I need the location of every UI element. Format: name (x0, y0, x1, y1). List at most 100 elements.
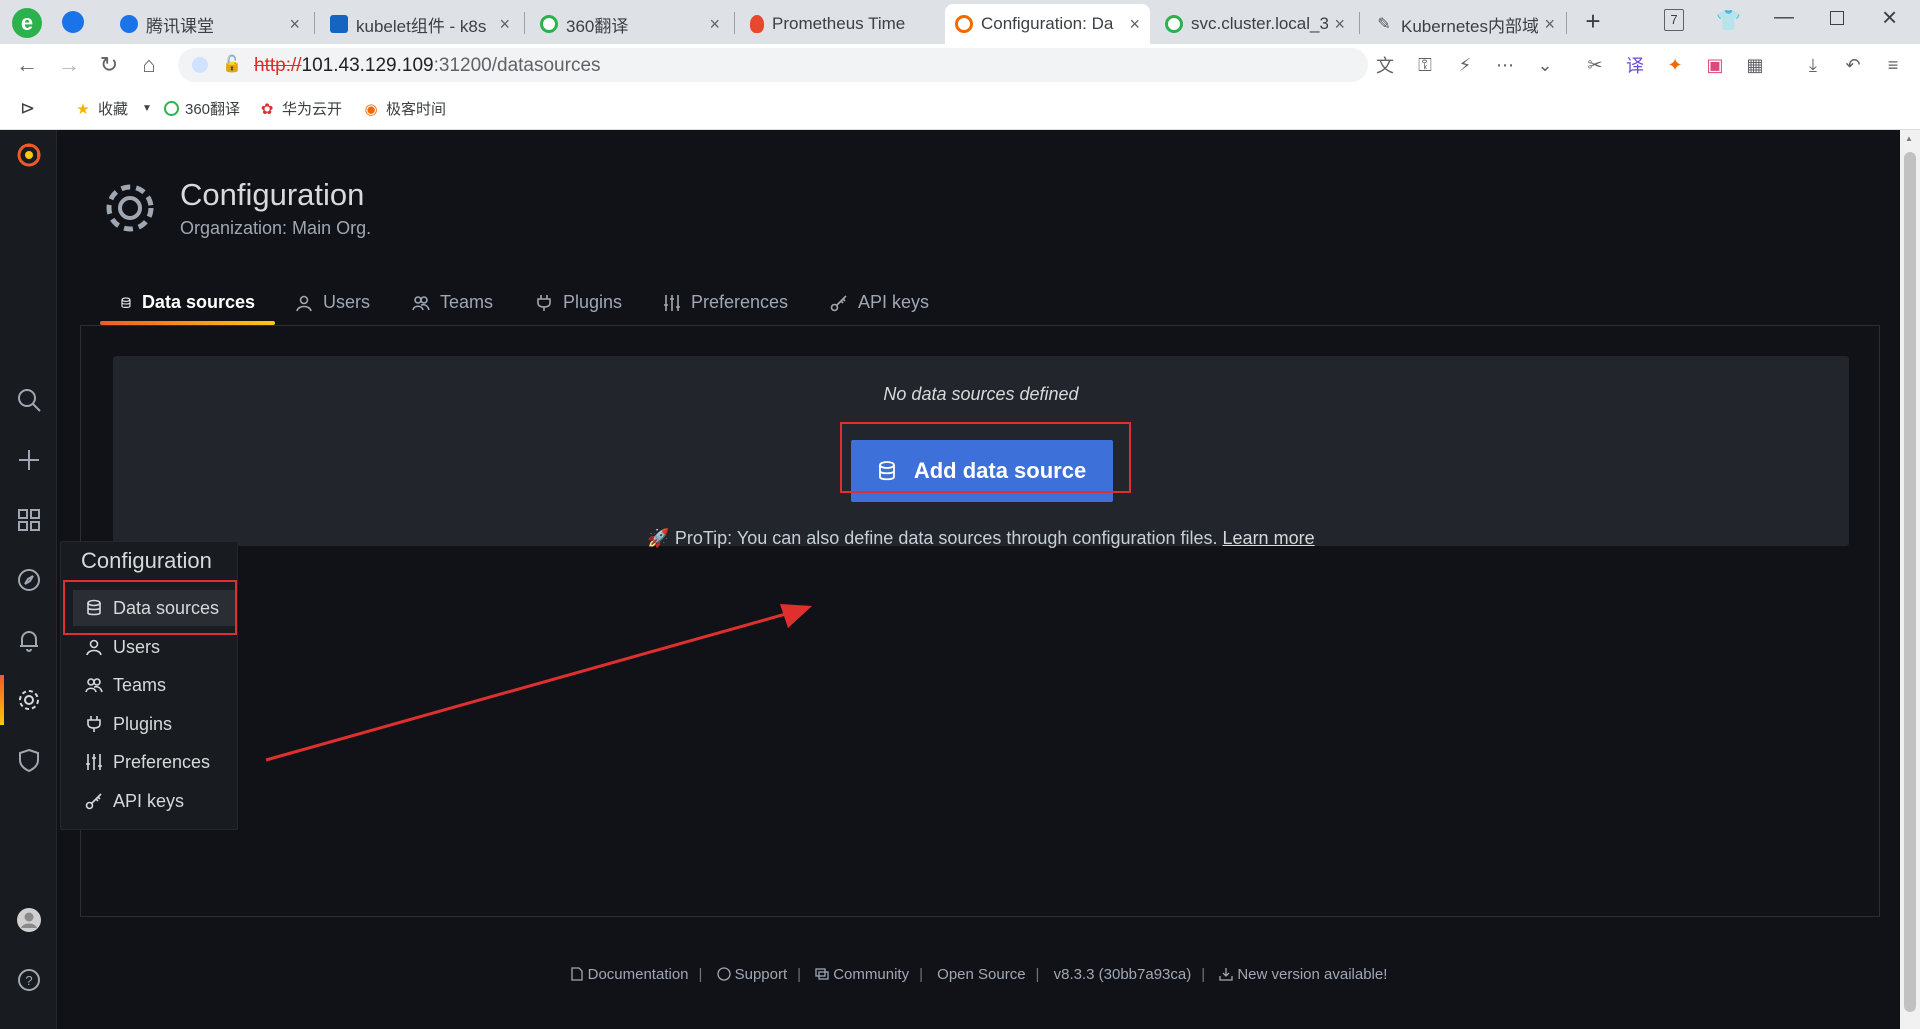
minimize-icon[interactable]: — (1774, 6, 1794, 29)
tab-counter-icon[interactable]: 7 (1664, 9, 1684, 31)
tab-favicon-icon (330, 15, 348, 33)
lightning-icon[interactable]: ⚡ (1452, 52, 1478, 78)
tab-preferences[interactable]: Preferences (643, 280, 808, 325)
footer-version: v8.3.3 (30bb7a93ca) (1053, 966, 1192, 983)
tab-users[interactable]: Users (275, 280, 390, 325)
download-icon (1219, 968, 1233, 981)
footer-new-version-link[interactable]: New version available! (1219, 966, 1387, 983)
bookmark-label: 华为云开 (282, 101, 343, 118)
tab-favicon-icon: ✎ (1377, 16, 1391, 33)
browser-tab[interactable]: 360翻译 × (530, 4, 730, 44)
user-icon (296, 295, 312, 311)
flyout-item-preferences[interactable]: Preferences (73, 744, 237, 780)
server-admin-shield-icon[interactable] (0, 735, 57, 785)
tab-title: 腾讯课堂 (146, 16, 214, 36)
dashboards-grid-icon[interactable] (0, 495, 57, 545)
browser-tab[interactable]: kubelet组件 - k8s × (320, 4, 520, 44)
flyout-item-teams[interactable]: Teams (73, 667, 237, 703)
tab-teams[interactable]: Teams (392, 280, 513, 325)
tab-close-icon[interactable]: × (1334, 14, 1345, 35)
window-close-icon[interactable]: × (1882, 2, 1897, 33)
footer-support-link[interactable]: Support (716, 966, 787, 983)
scroll-up-icon[interactable]: ▲ (1905, 134, 1913, 143)
flyout-item-api-keys[interactable]: API keys (73, 783, 237, 819)
tab-data-sources[interactable]: Data sources (100, 280, 275, 325)
tab-close-icon[interactable]: × (289, 14, 300, 35)
side-menu: ? (0, 130, 57, 1029)
video-ext-icon[interactable]: ▣ (1702, 52, 1728, 78)
page-scrollbar[interactable]: ▲ (1900, 130, 1920, 1029)
translate-icon[interactable]: 文 (1372, 52, 1398, 78)
help-icon[interactable]: ? (0, 955, 57, 1005)
translate-ext-icon[interactable]: 译 (1622, 52, 1648, 78)
bookmark-favicon-icon (164, 101, 179, 116)
url-path: :31200/datasources (433, 55, 601, 76)
configuration-gear-icon[interactable] (0, 675, 57, 725)
sidebar-toggle-icon[interactable]: ⊳ (20, 98, 35, 119)
tab-api-keys[interactable]: API keys (810, 280, 949, 325)
bookmark-huawei[interactable]: ✿ 华为云开 (258, 98, 342, 119)
page-subtitle: Organization: Main Org. (180, 218, 372, 238)
bookmark-360-translate[interactable]: 360翻译 (164, 98, 240, 119)
game-ext-icon[interactable]: ✦ (1662, 52, 1688, 78)
footer: Documentation | Support | Community | Open … (57, 966, 1900, 983)
alerting-bell-icon[interactable] (0, 615, 57, 665)
shirt-icon[interactable]: 👕 (1716, 8, 1741, 33)
tab-plugins[interactable]: Plugins (515, 280, 642, 325)
tab-close-icon[interactable]: × (1129, 14, 1140, 35)
tab-close-icon[interactable]: × (709, 14, 720, 35)
grafana-favicon-icon (955, 15, 973, 33)
menu-icon[interactable]: ≡ (1880, 52, 1906, 78)
bookmark-favorites[interactable]: ★ 收藏 ▼ (74, 98, 152, 119)
key-icon (85, 793, 102, 810)
tab-favicon-icon (1165, 15, 1183, 33)
undo-icon[interactable]: ↶ (1840, 52, 1866, 78)
home-icon[interactable]: ⌂ (134, 50, 164, 80)
configuration-flyout-menu: Configuration Data sources Users Teams P… (60, 541, 238, 830)
restore-icon[interactable] (1830, 11, 1844, 25)
browser-tab-active[interactable]: Configuration: Da × (945, 4, 1150, 44)
download-icon[interactable]: ⤓ (1800, 52, 1826, 78)
url-bar[interactable]: 🔓 http://101.43.129.109:31200/datasource… (178, 48, 1368, 82)
tab-close-icon[interactable]: × (1544, 14, 1555, 35)
svg-text:?: ? (25, 973, 32, 988)
telegram-icon[interactable] (62, 11, 84, 33)
user-avatar-icon[interactable] (0, 895, 57, 945)
browser-tab[interactable]: svc.cluster.local_3 × (1155, 4, 1355, 44)
new-tab-button[interactable]: + (1578, 6, 1608, 36)
insecure-lock-icon[interactable]: 🔓 (222, 54, 242, 74)
create-plus-icon[interactable] (0, 435, 57, 485)
dropdown-chevron-icon[interactable]: ⌄ (1532, 52, 1558, 78)
database-icon (121, 296, 131, 308)
grafana-logo-icon[interactable] (0, 130, 57, 180)
url-text[interactable]: http://101.43.129.109:31200/datasources (254, 55, 601, 77)
flyout-item-plugins[interactable]: Plugins (73, 706, 237, 742)
forward-button[interactable]: → (54, 50, 84, 80)
tab-favicon-icon (120, 15, 138, 33)
key-icon[interactable]: ⚿ (1412, 52, 1438, 78)
apps-grid-icon[interactable]: ▦ (1742, 52, 1768, 78)
browser-tab[interactable]: Prometheus Time (740, 4, 940, 44)
tab-label: Teams (440, 292, 494, 312)
footer-community-link[interactable]: Community (815, 966, 909, 983)
footer-open-source-link[interactable]: Open Source (937, 966, 1025, 983)
reload-icon[interactable]: ↻ (94, 50, 124, 80)
search-icon[interactable] (0, 375, 57, 425)
scrollbar-thumb[interactable] (1904, 152, 1916, 1012)
bookmark-geektime[interactable]: ◉ 极客时间 (362, 98, 446, 119)
browser-tab[interactable]: 腾讯课堂 × (110, 4, 310, 44)
scissors-icon[interactable]: ✂ (1582, 52, 1608, 78)
more-icon[interactable]: ⋯ (1492, 52, 1518, 78)
address-toolbar: ← → ↻ ⌂ 🔓 http://101.43.129.109:31200/da… (0, 44, 1920, 86)
browser-logo-icon[interactable]: e (12, 8, 42, 38)
learn-more-link[interactable]: Learn more (1223, 528, 1315, 548)
explore-compass-icon[interactable] (0, 555, 57, 605)
footer-documentation-link[interactable]: Documentation (570, 966, 689, 983)
tab-close-icon[interactable]: × (499, 14, 510, 35)
url-scheme: http:// (254, 55, 302, 76)
site-shield-icon[interactable] (192, 57, 208, 73)
back-button[interactable]: ← (12, 50, 42, 80)
browser-tab[interactable]: ✎ Kubernetes内部域 × (1365, 4, 1565, 44)
tab-title: 360翻译 (566, 16, 629, 36)
chevron-down-icon[interactable]: ▼ (142, 103, 152, 114)
